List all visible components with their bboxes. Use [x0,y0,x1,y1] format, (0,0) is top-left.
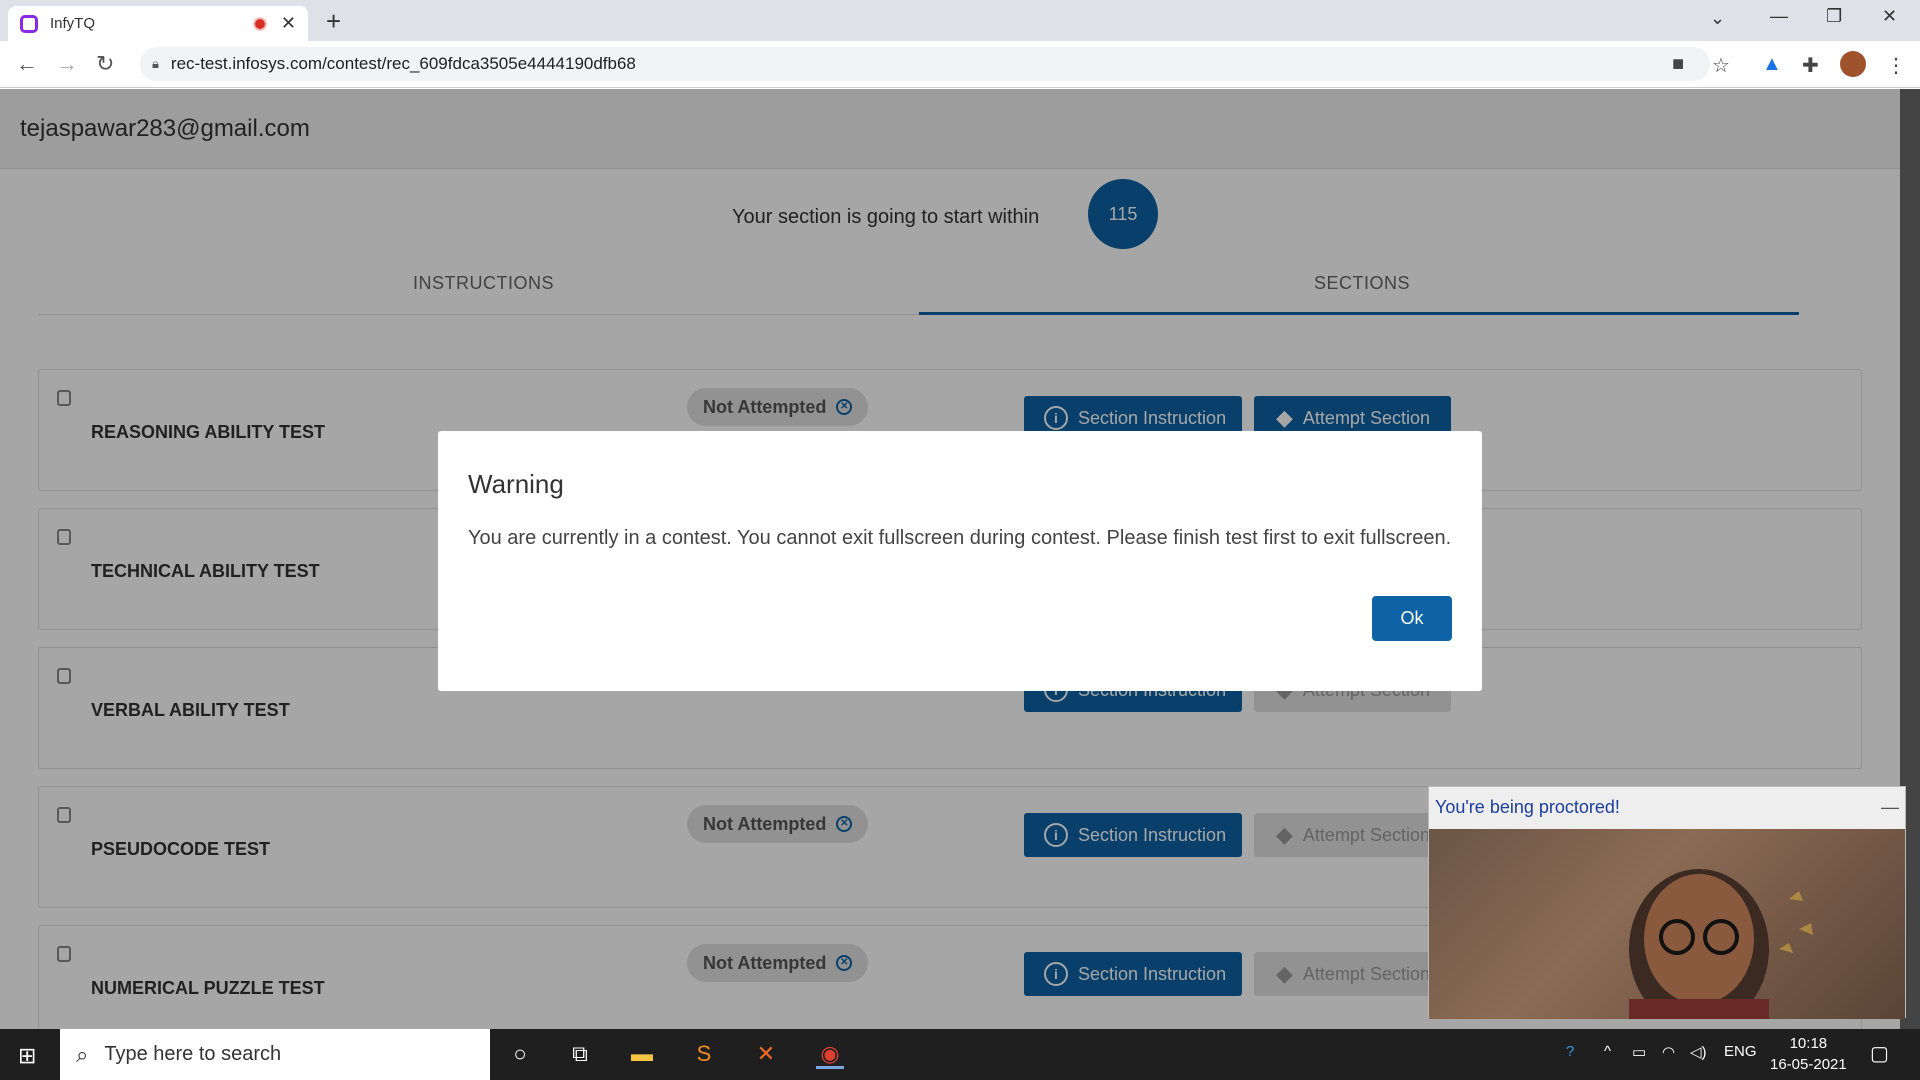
minimize-icon[interactable]: — [1770,6,1788,27]
xampp-icon[interactable]: ✕ [752,1041,780,1069]
bookmark-star-icon[interactable]: ☆ [1712,53,1730,78]
notifications-icon[interactable]: ▢ [1870,1041,1889,1066]
wifi-icon[interactable]: ◠ [1662,1043,1675,1061]
clock-time: 10:18 [1789,1035,1828,1052]
language-indicator[interactable]: ENG [1724,1043,1757,1060]
webcam-person-illustration [1629,869,1813,1019]
search-placeholder: Type here to search [104,1043,282,1065]
proctor-label: You're being proctored! [1435,796,1620,817]
sublime-text-icon[interactable]: S [690,1041,718,1069]
show-hidden-icons-icon[interactable]: ^ [1604,1043,1611,1060]
dialog-message: You are currently in a contest. You cann… [468,527,1452,549]
chrome-icon[interactable]: ◉ [816,1041,844,1069]
browser-tabbar: InfyTQ ✕ + ⌄ — ❐ ✕ [0,0,1920,41]
url-field[interactable]: 🔒︎ rec-test.infosys.com/contest/rec_609f… [140,47,1710,81]
warning-dialog: Warning You are currently in a contest. … [438,431,1482,691]
tab-title: InfyTQ [50,15,96,32]
windows-start-icon[interactable]: ⊞ [18,1043,42,1068]
back-icon[interactable]: ← [16,51,38,77]
lock-icon: 🔒︎ [152,56,159,71]
taskbar-clock[interactable]: 10:18 16-05-2021 [1770,1033,1847,1075]
file-explorer-icon[interactable]: ▬ [628,1041,656,1069]
extension-app-icon[interactable]: ▲ [1762,53,1782,76]
clock-date: 16-05-2021 [1770,1056,1847,1073]
url-text: rec-test.infosys.com/contest/rec_609fdca… [170,54,636,73]
dialog-title: Warning [468,469,564,499]
restore-icon[interactable]: ❐ [1826,6,1842,27]
infytq-favicon-icon [20,14,38,33]
forward-icon[interactable]: → [56,51,78,77]
help-icon[interactable]: ? [1566,1043,1574,1060]
camera-icon[interactable]: ■ [1672,53,1684,76]
browser-tab[interactable]: InfyTQ ✕ [8,6,308,41]
close-window-icon[interactable]: ✕ [1882,6,1897,27]
menu-dots-icon[interactable]: ⋮ [1886,53,1906,78]
extensions-puzzle-icon[interactable]: ✚ [1802,53,1819,78]
profile-avatar[interactable] [1840,51,1866,77]
volume-icon[interactable]: ◁) [1690,1043,1707,1061]
proctor-widget: You're being proctored! — [1428,786,1906,1019]
close-tab-icon[interactable]: ✕ [281,13,296,34]
minimize-proctor-icon[interactable]: — [1881,797,1899,818]
tab-search-icon[interactable]: ⌄ [1710,8,1725,29]
windows-taskbar: ⊞ ⌕ Type here to search ○ ⧉ ▬ S ✕ ◉ ? ^ … [0,1029,1920,1080]
reload-icon[interactable]: ↻ [96,51,114,77]
webcam-feed [1429,829,1905,1019]
task-view-icon[interactable]: ⧉ [566,1041,594,1069]
new-tab-icon[interactable]: + [326,6,341,37]
cortana-icon[interactable]: ○ [506,1041,534,1069]
ok-button[interactable]: Ok [1372,596,1452,641]
search-icon: ⌕ [76,1041,89,1067]
recording-icon [252,16,267,31]
taskbar-search-box[interactable]: ⌕ Type here to search [60,1029,490,1080]
battery-icon[interactable]: ▭ [1632,1043,1646,1061]
address-bar-row: ← → ↻ 🔒︎ rec-test.infosys.com/contest/re… [0,41,1920,88]
